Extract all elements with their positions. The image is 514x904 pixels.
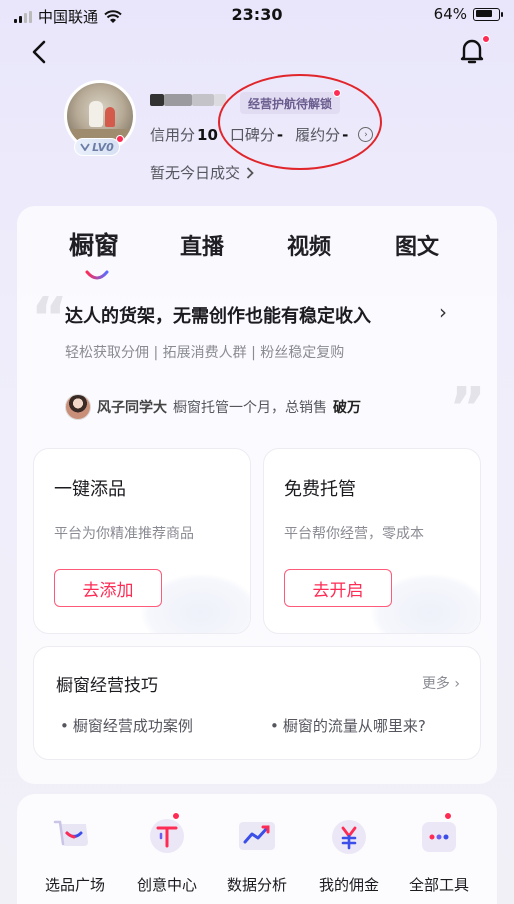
tool-my-commission[interactable]: 我的佣金 — [309, 814, 389, 895]
credit-score-label: 信用分 — [150, 126, 196, 144]
testimonial-name: 风子同学大 — [97, 400, 167, 416]
feature-desc: 平台帮你经营，零成本 — [284, 526, 424, 542]
showcase-card: 橱窗 直播 视频 图文 “ ” 达人的货架，无需创作也能有稳定收入 › 轻松获取… — [17, 206, 497, 784]
credit-score: 信用分 10 — [150, 124, 218, 145]
tools-bar: 选品广场 创意中心 数据分析 我的佣金 全部工具 — [17, 794, 497, 904]
battery-percent: 64% — [433, 5, 467, 23]
level-dot — [116, 135, 124, 143]
chevron-right-icon[interactable]: › — [439, 300, 447, 324]
credit-score-value: 10 — [197, 126, 218, 144]
level-label: LV0 — [92, 140, 114, 154]
tip-item[interactable]: • 橱窗经营成功案例 — [60, 715, 193, 736]
creative-icon — [144, 812, 190, 860]
tool-data-analysis[interactable]: 数据分析 — [217, 814, 297, 895]
promo-subline: 轻松获取分佣 | 拓展消费人群 | 粉丝稳定复购 — [65, 345, 345, 361]
notification-button[interactable] — [458, 35, 490, 68]
today-deals-link[interactable]: 暂无今日成交 — [150, 162, 254, 183]
tab-indicator — [85, 270, 109, 280]
bullet-icon: • — [270, 716, 279, 735]
tip-item[interactable]: • 橱窗的流量从哪里来? — [270, 715, 426, 736]
tips-title: 橱窗经营技巧 — [56, 676, 158, 696]
level-badge[interactable]: LV0 — [74, 138, 120, 156]
tool-creative-center[interactable]: 创意中心 — [127, 812, 207, 895]
promo-headline[interactable]: 达人的货架，无需创作也能有稳定收入 — [65, 302, 371, 328]
feature-title: 免费托管 — [284, 479, 356, 500]
tip-label: 橱窗经营成功案例 — [72, 717, 193, 735]
tab-showcase[interactable]: 橱窗 — [69, 226, 119, 262]
tool-label: 我的佣金 — [318, 876, 379, 894]
level-chevron-icon — [80, 143, 90, 151]
bullet-icon: • — [60, 716, 69, 735]
testimonial-highlight: 破万 — [333, 400, 361, 416]
notification-dot — [482, 35, 490, 43]
battery-icon — [473, 7, 503, 21]
more-tools-icon — [416, 812, 462, 860]
feature-card-free-hosting[interactable]: 免费托管 平台帮你经营，零成本 去开启 — [263, 448, 481, 634]
testimonial-avatar — [65, 394, 91, 420]
chart-icon — [234, 814, 280, 860]
tips-more-link[interactable]: 更多 › — [422, 673, 460, 693]
username-redacted — [150, 90, 230, 110]
tool-dot — [172, 812, 180, 820]
feature-desc: 平台为你精准推荐商品 — [54, 526, 194, 542]
testimonial: 风子同学大 橱窗托管一个月，总销售 破万 — [65, 394, 361, 420]
tab-graphic[interactable]: 图文 — [395, 229, 439, 261]
chevron-left-icon — [32, 40, 46, 64]
feature-title: 一键添品 — [54, 479, 126, 500]
chevron-right-icon — [246, 166, 254, 179]
quote-open-icon: “ — [31, 286, 68, 351]
tool-dot — [444, 812, 452, 820]
testimonial-text: 橱窗托管一个月，总销售 — [173, 400, 327, 416]
tool-product-square[interactable]: 选品广场 — [35, 814, 115, 895]
today-deals-label: 暂无今日成交 — [150, 164, 241, 182]
cart-icon — [52, 814, 98, 860]
tool-all-tools[interactable]: 全部工具 — [399, 812, 479, 895]
tab-video[interactable]: 视频 — [287, 229, 331, 261]
status-bar: 中国联通 23:30 64% — [0, 0, 514, 30]
tool-label: 数据分析 — [226, 876, 287, 894]
back-button[interactable] — [26, 38, 54, 66]
tab-bar: 橱窗 直播 视频 图文 — [17, 226, 497, 280]
status-right: 64% — [433, 5, 503, 23]
feature-card-add-product[interactable]: 一键添品 平台为你精准推荐商品 去添加 — [33, 448, 251, 634]
tips-more-label: 更多 — [421, 676, 450, 692]
yen-icon — [326, 814, 372, 860]
tool-label: 全部工具 — [408, 876, 469, 894]
quote-close-icon: ” — [449, 376, 486, 441]
add-product-button[interactable]: 去添加 — [54, 569, 162, 607]
tips-card: 橱窗经营技巧 更多 › • 橱窗经营成功案例 • 橱窗的流量从哪里来? — [33, 646, 481, 760]
enable-hosting-button[interactable]: 去开启 — [284, 569, 392, 607]
tool-label: 选品广场 — [44, 876, 105, 894]
tool-label: 创意中心 — [136, 876, 197, 894]
annotation-circle — [218, 74, 382, 170]
tab-live[interactable]: 直播 — [180, 229, 224, 261]
tip-label: 橱窗的流量从哪里来? — [282, 717, 426, 735]
